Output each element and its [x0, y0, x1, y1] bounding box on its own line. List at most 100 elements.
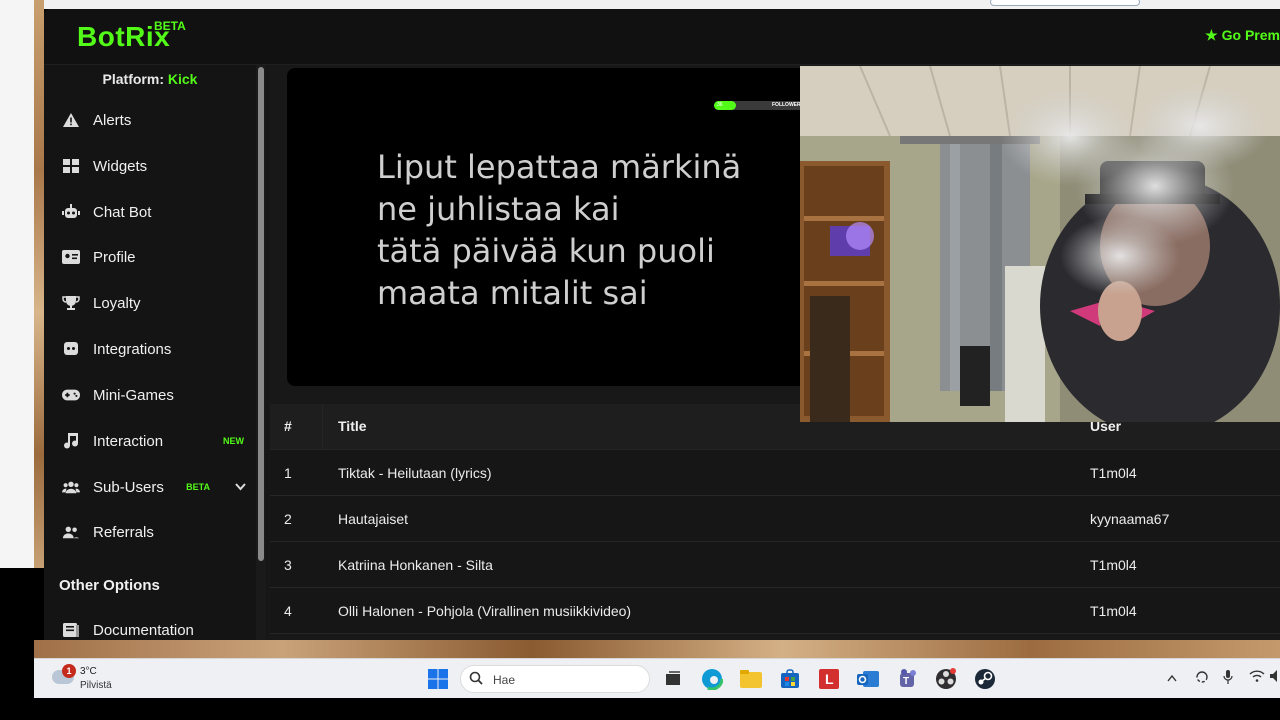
sidebar: Platform: Kick Alerts Widgets Chat Bot P… — [44, 65, 256, 649]
task-view-icon[interactable] — [661, 667, 685, 691]
speaker-icon[interactable] — [1270, 670, 1280, 685]
row-title: Olli Halonen - Pohjola (Virallinen musii… — [338, 603, 632, 619]
sidebar-item-profile[interactable]: Profile — [44, 237, 256, 277]
edge-browser-icon[interactable] — [700, 667, 724, 691]
row-user: T1m0l4 — [1090, 557, 1137, 573]
weather-condition: Pilvistä — [80, 680, 112, 691]
sidebar-item-label: Alerts — [93, 111, 132, 129]
windows-taskbar: 1 3°C Pilvistä Hae L T — [34, 658, 1280, 698]
sidebar-item-loyalty[interactable]: Loyalty — [44, 283, 256, 323]
user-group-icon — [62, 523, 80, 541]
music-note-icon — [62, 432, 80, 450]
weather-temperature: 3°C — [80, 666, 97, 677]
table-row[interactable]: 3 Katriina Honkanen - Silta T1m0l4 — [270, 542, 1280, 588]
header-title: Title — [338, 418, 367, 434]
header-number: # — [284, 418, 292, 434]
video-player[interactable]: Liput lepattaa märkinä ne juhlistaa kai … — [287, 68, 807, 386]
sidebar-item-label: Referrals — [93, 523, 154, 541]
screen-bottom-edge — [0, 698, 1280, 720]
followers-goal-bar: 36 FOLLOWERS 250 — [714, 101, 807, 110]
obs-icon[interactable] — [934, 667, 958, 691]
sidebar-item-label: Sub-Users — [93, 478, 164, 496]
scrollbar-thumb[interactable] — [258, 67, 264, 561]
go-premium-label: Go Prem — [1221, 27, 1280, 43]
file-explorer-icon[interactable] — [739, 667, 763, 691]
outlook-icon[interactable] — [856, 667, 880, 691]
search-placeholder: Hae — [493, 673, 516, 687]
song-queue-table: # Title User 1 Tiktak - Heilutaan (lyric… — [270, 404, 1280, 634]
webcam-image — [800, 66, 1280, 422]
sidebar-item-label: Documentation — [93, 621, 194, 639]
platform-label: Platform: — [102, 71, 164, 87]
warning-icon — [62, 111, 80, 129]
sidebar-scrollbar[interactable] — [256, 65, 266, 649]
beta-badge: BETA — [186, 482, 210, 492]
star-icon: ★ — [1205, 27, 1218, 43]
followers-current: 36 — [717, 102, 723, 108]
sidebar-item-label: Profile — [93, 248, 136, 266]
row-number: 4 — [284, 603, 292, 619]
discord-icon — [62, 340, 80, 358]
svg-text:T: T — [903, 676, 909, 687]
go-premium-button[interactable]: ★ Go Prem — [1205, 27, 1280, 44]
svg-text:L: L — [825, 671, 834, 687]
taskbar-search[interactable]: Hae — [460, 665, 650, 693]
platform-indicator: Platform: Kick — [44, 71, 256, 87]
new-badge: NEW — [223, 436, 244, 446]
weather-widget[interactable]: 1 3°C Pilvistä — [52, 664, 132, 694]
store-icon[interactable] — [778, 667, 802, 691]
table-row[interactable]: 4 Olli Halonen - Pohjola (Virallinen mus… — [270, 588, 1280, 634]
row-number: 1 — [284, 465, 292, 481]
row-user: T1m0l4 — [1090, 465, 1137, 481]
sidebar-item-label: Mini-Games — [93, 386, 174, 404]
sidebar-item-label: Widgets — [93, 157, 148, 175]
row-number: 3 — [284, 557, 292, 573]
sidebar-item-alerts[interactable]: Alerts — [44, 100, 256, 140]
row-number: 2 — [284, 511, 292, 527]
book-icon — [62, 621, 80, 639]
sidebar-item-interaction[interactable]: Interaction NEW — [44, 421, 256, 461]
trophy-icon — [62, 294, 80, 312]
grid-icon — [62, 157, 80, 175]
wifi-icon[interactable] — [1249, 670, 1265, 685]
lyrics-text: Liput lepattaa märkinä ne juhlistaa kai … — [377, 148, 742, 312]
desktop-wallpaper-strip — [34, 640, 1280, 658]
chevron-up-icon[interactable] — [1167, 670, 1177, 685]
table-row[interactable]: 1 Tiktak - Heilutaan (lyrics) T1m0l4 — [270, 450, 1280, 496]
browser-address-pill[interactable] — [990, 0, 1140, 6]
sidebar-item-referrals[interactable]: Referrals — [44, 512, 256, 552]
sidebar-item-label: Chat Bot — [93, 203, 152, 221]
sync-icon[interactable] — [1194, 670, 1210, 687]
steam-icon[interactable] — [973, 667, 997, 691]
column-divider — [322, 404, 323, 450]
sidebar-item-widgets[interactable]: Widgets — [44, 146, 256, 186]
teams-icon[interactable]: T — [895, 667, 919, 691]
sidebar-item-label: Loyalty — [93, 294, 141, 312]
row-user: T1m0l4 — [1090, 603, 1137, 619]
screen: BotRix BETA ★ Go Prem Platform: Kick Aler… — [0, 0, 1280, 720]
sidebar-item-mini-games[interactable]: Mini-Games — [44, 375, 256, 415]
top-bar: BotRix BETA ★ Go Prem — [44, 9, 1280, 65]
users-icon — [62, 478, 80, 496]
app-l-icon[interactable]: L — [817, 667, 841, 691]
beta-badge: BETA — [154, 19, 186, 33]
sidebar-item-label: Integrations — [93, 340, 172, 358]
webcam-overlay — [800, 66, 1280, 422]
other-options-heading: Other Options — [59, 577, 160, 594]
row-title: Tiktak - Heilutaan (lyrics) — [338, 465, 492, 481]
table-row[interactable]: 2 Hautajaiset kyynaama67 — [270, 496, 1280, 542]
search-icon — [469, 671, 483, 685]
sidebar-item-chat-bot[interactable]: Chat Bot — [44, 192, 256, 232]
chevron-down-icon[interactable] — [235, 480, 246, 494]
row-title: Katriina Honkanen - Silta — [338, 557, 493, 573]
sidebar-item-label: Interaction — [93, 432, 164, 450]
platform-value: Kick — [167, 71, 198, 87]
row-title: Hautajaiset — [338, 511, 409, 527]
row-user: kyynaama67 — [1090, 511, 1170, 527]
gamepad-icon — [62, 386, 80, 404]
windows-start-icon[interactable] — [426, 667, 450, 691]
microphone-icon[interactable] — [1223, 670, 1233, 687]
sidebar-item-integrations[interactable]: Integrations — [44, 329, 256, 369]
sidebar-item-sub-users[interactable]: Sub-Users BETA — [44, 467, 256, 507]
notification-badge: 1 — [62, 664, 76, 678]
